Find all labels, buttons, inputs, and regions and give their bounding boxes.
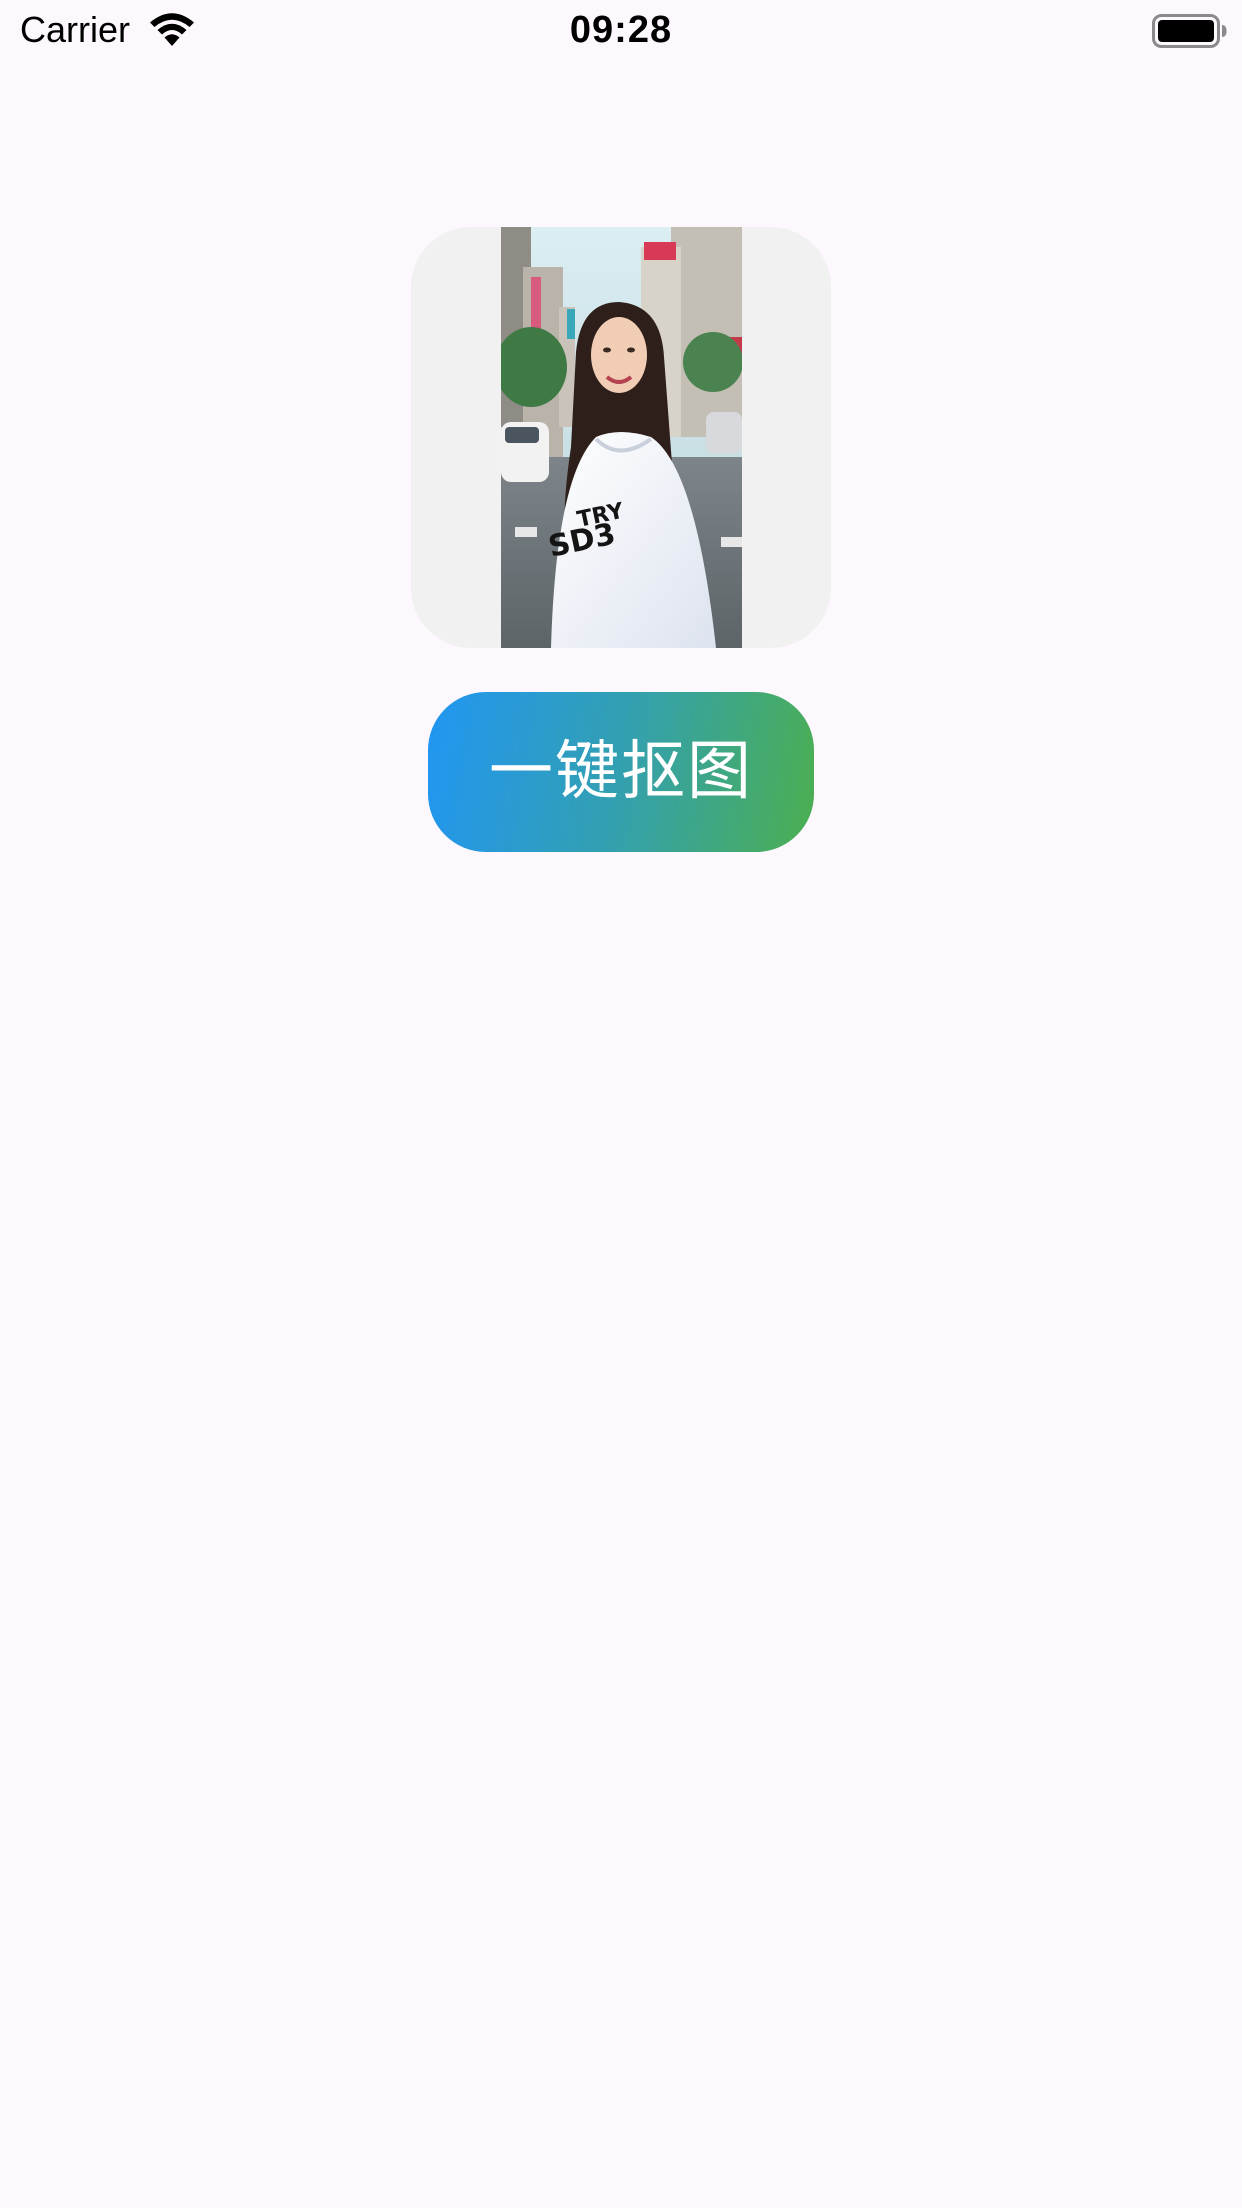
image-preview-card[interactable]: TRY SD3 xyxy=(411,227,831,648)
clock: 09:28 xyxy=(569,9,673,51)
one-tap-cutout-button[interactable]: 一键抠图 xyxy=(428,692,814,852)
cutout-button-label: 一键抠图 xyxy=(489,735,753,809)
carrier-label: Carrier xyxy=(20,9,131,50)
battery-icon xyxy=(1152,14,1228,48)
wifi-icon xyxy=(148,12,196,48)
portrait-photo: TRY SD3 xyxy=(501,227,742,648)
status-bar: Carrier 09:28 xyxy=(0,0,1242,62)
